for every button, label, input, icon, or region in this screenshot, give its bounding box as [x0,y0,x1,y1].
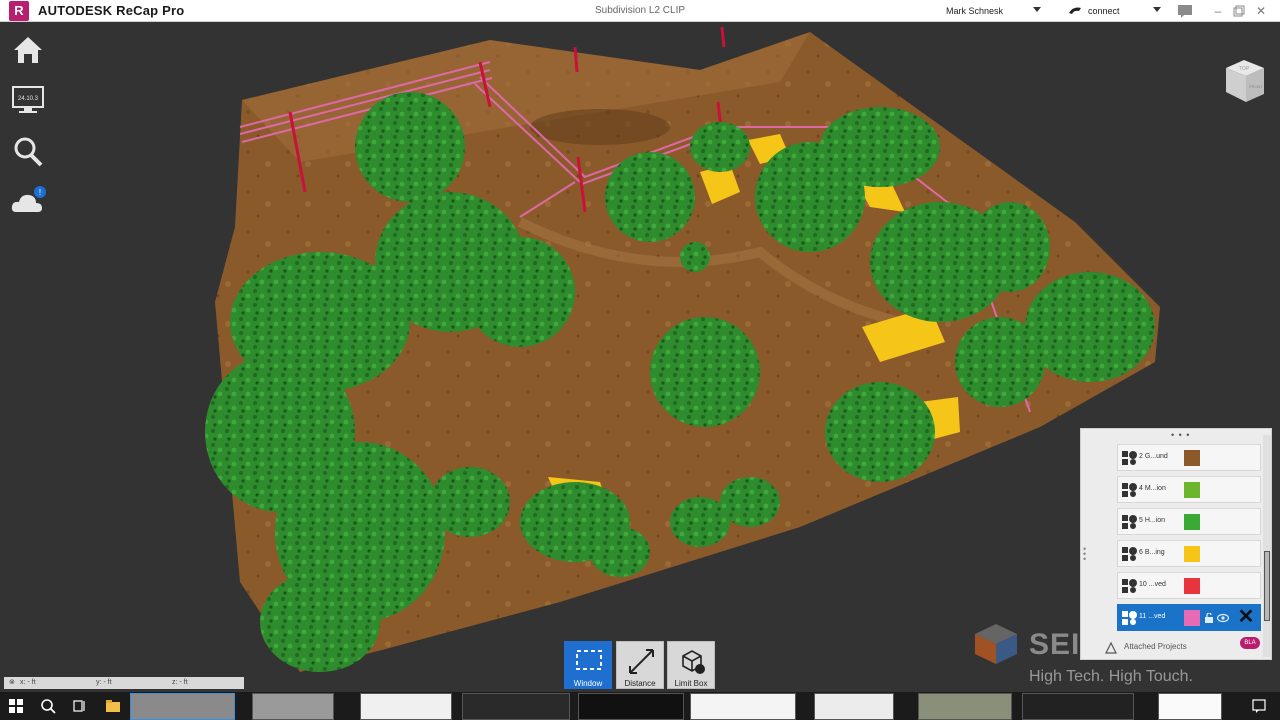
region-icon [1122,547,1137,561]
taskbar-thumbnail[interactable] [1022,693,1134,720]
layer-row[interactable]: 2 G...und [1117,444,1261,471]
region-icon [1122,483,1137,497]
limit-box-icon [682,650,705,674]
scrollbar-thumb[interactable] [1264,551,1270,621]
view-cube[interactable]: TOP FRONT [1222,58,1266,104]
layer-color-swatch[interactable] [1184,578,1200,594]
limit-box-button[interactable]: Limit Box [667,641,715,689]
layer-label: 5 H...ion [1139,517,1166,524]
document-title: Subdivision L2 CLIP [594,5,686,16]
taskbar-thumbnail[interactable] [252,693,334,720]
unlock-icon[interactable] [1204,613,1214,623]
region-icon [1122,611,1137,625]
taskbar-thumbnail[interactable] [578,693,684,720]
coordinate-readout: ⊗ x: - ft y: - ft z: - ft [4,677,244,689]
layer-color-swatch[interactable] [1184,450,1200,466]
limit-box-label: Limit Box [674,679,708,688]
taskbar-thumbnail[interactable] [360,693,452,720]
layer-color-swatch[interactable] [1184,546,1200,562]
layer-label: 2 G...und [1139,453,1168,460]
taskbar-thumbnail[interactable] [690,693,796,720]
eye-icon[interactable] [1217,613,1229,623]
attached-projects-link[interactable]: Attached Projects [1108,642,1187,651]
layer-row[interactable]: 6 B...ing [1117,540,1261,567]
file-explorer-icon[interactable] [105,698,121,714]
delete-region-button[interactable]: ✕ [1236,607,1256,627]
coord-z: z: - ft [172,679,188,686]
taskbar-search-icon[interactable] [40,698,56,714]
maximize-button[interactable] [1231,3,1247,19]
panel-scrollbar[interactable] [1263,435,1271,657]
taskbar-thumbnail[interactable] [814,693,894,720]
app-name: AUTODESK ReCap Pro [38,3,185,18]
layer-label: 4 M...ion [1139,485,1166,492]
taskbar-thumbnail[interactable] [918,693,1012,720]
recap-logo: R [9,1,29,21]
window-select-button[interactable]: Window [564,641,612,689]
coord-y: y: - ft [96,679,112,686]
view-cube-front-label: FRONT [1249,84,1263,89]
window-select-icon [576,650,602,670]
user-badge: BLA [1240,637,1260,649]
distance-button[interactable]: Distance [616,641,664,689]
notification-icon[interactable] [1251,698,1267,714]
distance-label: Distance [624,679,656,688]
view-cube-top-label: TOP [1239,66,1250,72]
layer-color-swatch[interactable] [1184,610,1200,626]
task-view-icon[interactable] [72,698,88,714]
windows-taskbar [0,692,1280,720]
attached-projects-label: Attached Projects [1124,642,1187,651]
layer-label: 10 ...ved [1139,581,1166,588]
distance-icon [629,649,654,674]
user-chevron-down-icon[interactable] [1033,7,1041,12]
region-icon [1122,515,1137,529]
connect-chevron-down-icon[interactable] [1153,7,1161,12]
taskbar-thumbnail-recap[interactable] [130,693,235,720]
taskbar-thumbnail[interactable] [1158,693,1222,720]
search-icon[interactable] [10,134,46,170]
close-window-button[interactable]: ✕ [1253,3,1269,19]
home-icon[interactable] [10,32,46,68]
user-menu[interactable]: Mark Schnesk [946,6,1003,16]
window-select-label: Window [573,679,603,688]
panel-drag-handle[interactable]: • • • [1171,430,1190,440]
watermark-tagline: High Tech. High Touch. [1029,668,1193,685]
region-icon [1122,451,1137,465]
windows-start-icon[interactable] [8,698,24,714]
monitor-icon[interactable]: 24.10.3 [10,82,46,118]
close-small-icon[interactable]: ⊗ [9,678,15,686]
cloud-icon[interactable]: ! [10,184,46,220]
layer-label: 6 B...ing [1139,549,1165,556]
layer-label: 11 ...ved [1139,613,1166,620]
monitor-screen-text: 24.10.3 [18,96,39,102]
layer-row[interactable]: 4 M...ion [1117,476,1261,503]
panel-resize-handle[interactable]: • • • [1083,545,1086,564]
region-icon [1122,579,1137,593]
chat-icon[interactable] [1177,3,1193,19]
layer-color-swatch[interactable] [1184,514,1200,530]
seiler-logo-icon [975,624,1017,664]
layer-row[interactable]: 5 H...ion [1117,508,1261,535]
attach-icon [1105,642,1117,654]
taskbar-thumbnail[interactable] [462,693,570,720]
connect-icon [1069,7,1081,14]
layer-color-swatch[interactable] [1184,482,1200,498]
minimize-button[interactable]: – [1210,3,1226,19]
title-bar: R AUTODESK ReCap Pro Subdivision L2 CLIP… [0,0,1280,22]
coord-x: x: - ft [20,679,36,686]
connect-menu[interactable]: connect [1088,6,1120,16]
cloud-badge: ! [39,188,41,197]
layer-row[interactable]: 10 ...ved [1117,572,1261,599]
